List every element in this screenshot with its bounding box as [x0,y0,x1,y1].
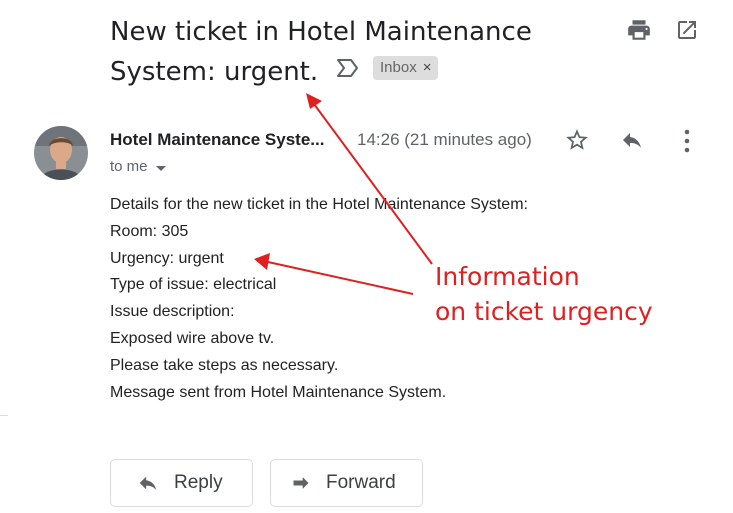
label-text: Inbox [380,59,417,76]
open-in-new-window-icon[interactable] [675,18,699,42]
timestamp: 14:26 (21 minutes ago) [357,130,532,149]
email-subject: New ticket in Hotel Maintenance System: … [110,12,580,92]
inbox-label-chip: Inbox × [373,56,439,80]
reply-icon[interactable] [618,128,646,152]
subject-line-1: New ticket in Hotel Maintenance [110,17,532,47]
recipient-details-toggle[interactable]: to me [110,157,166,177]
body-line: Please take steps as necessary. [110,356,339,374]
recipient-label: to me [110,158,148,175]
annotation-line-1: Information [435,262,580,291]
print-icon[interactable] [626,17,652,43]
avatar-photo [34,126,88,180]
body-line: Message sent from Hotel Maintenance Syst… [110,383,447,401]
divider [0,415,8,416]
forward-icon [293,477,309,489]
body-line: Exposed wire above tv. [110,329,275,347]
reply-icon [139,476,157,491]
importance-marker-icon[interactable] [336,57,360,79]
body-line: Details for the new ticket in the Hotel … [110,196,528,213]
more-vertical-icon[interactable] [681,128,693,154]
forward-label: Forward [326,472,396,493]
reply-label: Reply [174,472,223,493]
reply-button[interactable]: Reply [110,459,253,507]
chevron-down-icon [155,165,166,171]
avatar[interactable] [34,126,88,180]
arrow-to-subject-head [306,93,322,109]
star-icon[interactable] [563,127,591,153]
annotation-caption: Information on ticket urgency [435,259,695,329]
remove-label-button[interactable]: × [423,56,432,80]
sender-name[interactable]: Hotel Maintenance Syste... [110,129,345,151]
forward-button[interactable]: Forward [270,459,423,507]
body-line: Room: 305 [110,222,189,240]
annotation-line-2: on ticket urgency [435,297,653,326]
